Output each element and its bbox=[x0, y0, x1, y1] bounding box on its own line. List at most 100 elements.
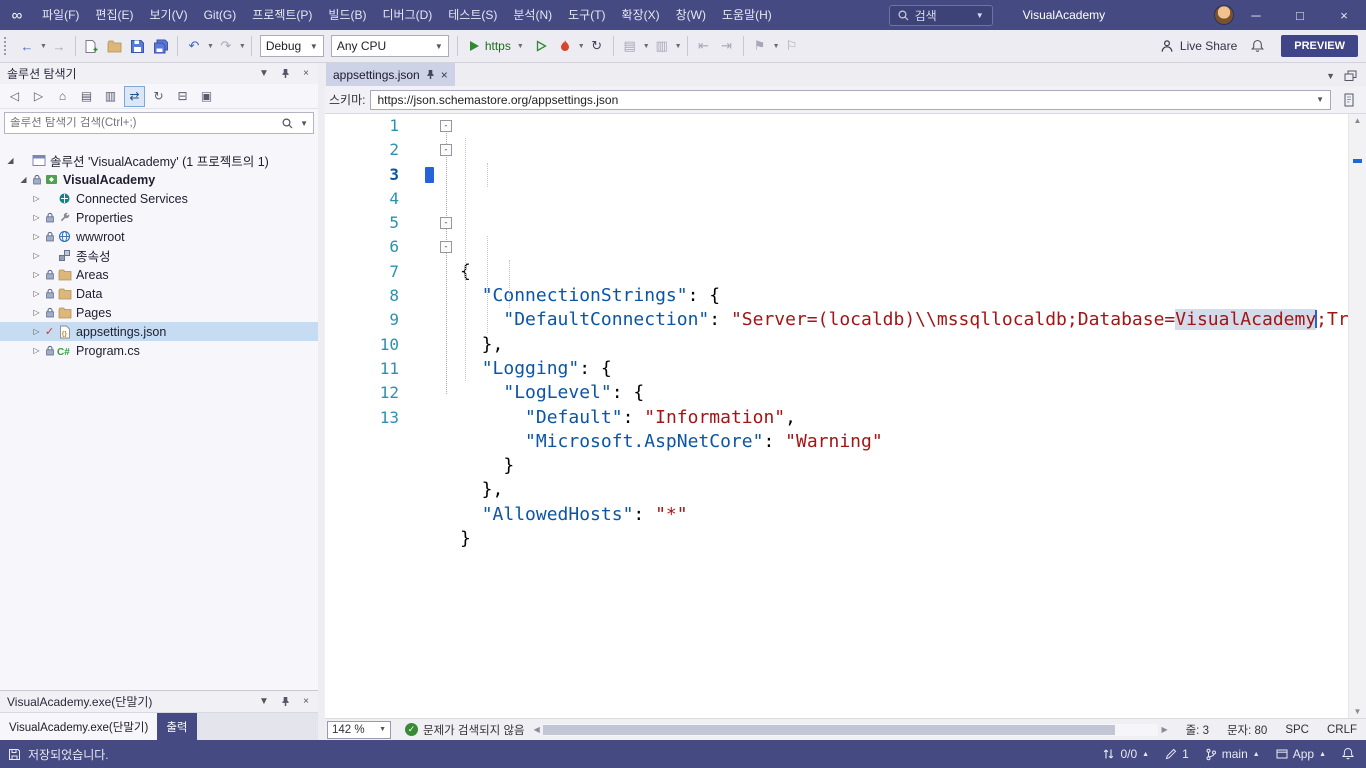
window-menu-icon[interactable]: ▼ bbox=[255, 693, 273, 711]
collapsed-icon[interactable]: ▷ bbox=[30, 289, 43, 298]
minimize-button[interactable]: ─ bbox=[1234, 0, 1278, 30]
search-options-icon[interactable]: ▼ bbox=[297, 119, 311, 128]
bookmark-button[interactable]: ⚑ bbox=[749, 34, 771, 58]
float-window-icon[interactable] bbox=[1344, 70, 1357, 82]
menu-item[interactable]: 도구(T) bbox=[560, 0, 613, 30]
feedback-button[interactable] bbox=[1246, 34, 1268, 58]
pin-tab-icon[interactable] bbox=[426, 69, 435, 80]
pending-filter-icon[interactable]: ▥ bbox=[100, 86, 121, 107]
tree-item-dependencies[interactable]: ▷종속성 bbox=[0, 246, 318, 265]
menu-item[interactable]: 프로젝트(P) bbox=[244, 0, 320, 30]
hot-reload-button[interactable] bbox=[554, 34, 576, 58]
code-editor[interactable]: 1-2-345-6-78910111213 { "ConnectionStrin… bbox=[325, 114, 1366, 718]
tree-item-areas[interactable]: ▷Areas bbox=[0, 265, 318, 284]
tree-item-project-visualacademy[interactable]: ◢VisualAcademy bbox=[0, 170, 318, 189]
fold-toggle-icon[interactable]: - bbox=[440, 217, 452, 229]
pin-icon[interactable] bbox=[276, 65, 294, 83]
expanded-icon[interactable]: ◢ bbox=[17, 175, 30, 184]
toolbar-grip[interactable] bbox=[4, 37, 10, 55]
editor-window-dropdown-icon[interactable]: ▼ bbox=[643, 43, 650, 50]
menu-item[interactable]: Git(G) bbox=[196, 0, 245, 30]
close-panel-icon[interactable]: × bbox=[297, 65, 315, 83]
schema-document-icon[interactable] bbox=[1336, 93, 1362, 107]
open-file-button[interactable] bbox=[104, 34, 126, 58]
tree-item-program-cs[interactable]: ▷C#Program.cs bbox=[0, 341, 318, 360]
collapsed-icon[interactable]: ▷ bbox=[30, 232, 43, 241]
preview-badge[interactable]: PREVIEW bbox=[1281, 35, 1358, 57]
close-tab-icon[interactable]: × bbox=[441, 68, 448, 82]
fold-toggle-icon[interactable]: - bbox=[440, 144, 452, 156]
solution-configuration-combo[interactable]: Debug ▼ bbox=[260, 35, 324, 57]
tree-item-properties[interactable]: ▷Properties bbox=[0, 208, 318, 227]
code-map-dropdown-icon[interactable]: ▼ bbox=[675, 43, 682, 50]
terminal-tab[interactable]: VisualAcademy.exe(단말기) bbox=[0, 713, 157, 740]
solution-platform-combo[interactable]: Any CPU ▼ bbox=[331, 35, 449, 57]
tree-item-wwwroot[interactable]: ▷wwwroot bbox=[0, 227, 318, 246]
user-avatar[interactable] bbox=[1214, 5, 1234, 25]
cursor-column-indicator[interactable]: 문자: 80 bbox=[1218, 722, 1276, 738]
collapsed-icon[interactable]: ▷ bbox=[30, 270, 43, 279]
tab-appsettings-json[interactable]: appsettings.json × bbox=[326, 63, 455, 86]
menu-item[interactable]: 디버그(D) bbox=[374, 0, 440, 30]
scroll-left-icon[interactable]: ◀ bbox=[531, 725, 543, 734]
collapsed-icon[interactable]: ▷ bbox=[30, 346, 43, 355]
maximize-button[interactable]: □ bbox=[1278, 0, 1322, 30]
scrollbar-thumb[interactable] bbox=[543, 725, 1116, 735]
pin-icon[interactable] bbox=[276, 693, 294, 711]
fold-toggle-icon[interactable]: - bbox=[440, 241, 452, 253]
decrease-indent-button[interactable]: ⇤ bbox=[693, 34, 715, 58]
zoom-combo[interactable]: 142 % ▼ bbox=[327, 721, 391, 739]
code-map-button[interactable]: ▥ bbox=[651, 34, 673, 58]
tree-item-pages[interactable]: ▷Pages bbox=[0, 303, 318, 322]
schema-combo[interactable]: https://json.schemastore.org/appsettings… bbox=[370, 90, 1331, 110]
close-panel-icon[interactable]: × bbox=[297, 693, 315, 711]
vertical-scrollbar[interactable]: ▲ ▼ bbox=[1348, 114, 1366, 718]
save-all-button[interactable] bbox=[150, 34, 172, 58]
hot-reload-dropdown-icon[interactable]: ▼ bbox=[578, 43, 585, 50]
save-button[interactable] bbox=[127, 34, 149, 58]
live-share-button[interactable]: Live Share bbox=[1152, 39, 1245, 53]
pending-edits-status[interactable]: 1 bbox=[1165, 747, 1189, 761]
scroll-right-icon[interactable]: ▶ bbox=[1158, 725, 1170, 734]
bookmark-dropdown-icon[interactable]: ▼ bbox=[773, 43, 780, 50]
vs-logo-icon[interactable]: ∞ bbox=[0, 7, 34, 24]
new-item-button[interactable] bbox=[81, 34, 103, 58]
notifications-bell-icon[interactable] bbox=[1342, 747, 1354, 761]
tree-item-data[interactable]: ▷Data bbox=[0, 284, 318, 303]
switch-views-icon[interactable]: ▤ bbox=[76, 86, 97, 107]
redo-button[interactable]: ↷ bbox=[215, 34, 237, 58]
menu-item[interactable]: 파일(F) bbox=[34, 0, 87, 30]
menu-item[interactable]: 편집(E) bbox=[87, 0, 141, 30]
sync-active-icon[interactable]: ⇄ bbox=[124, 86, 145, 107]
menu-item[interactable]: 창(W) bbox=[668, 0, 714, 30]
collapse-all-icon[interactable]: ⊟ bbox=[172, 86, 193, 107]
undo-button[interactable]: ↶ bbox=[183, 34, 205, 58]
output-tab[interactable]: 출력 bbox=[157, 713, 196, 740]
redo-dropdown-icon[interactable]: ▼ bbox=[239, 43, 246, 50]
collapsed-icon[interactable]: ▷ bbox=[30, 213, 43, 222]
close-button[interactable]: × bbox=[1322, 0, 1366, 30]
editor-window-button[interactable]: ▤ bbox=[619, 34, 641, 58]
menu-item[interactable]: 보기(V) bbox=[141, 0, 195, 30]
menu-item[interactable]: 확장(X) bbox=[614, 0, 668, 30]
forward-icon[interactable]: ▷ bbox=[28, 86, 49, 107]
scroll-up-icon[interactable]: ▲ bbox=[1349, 116, 1366, 125]
horizontal-scrollbar[interactable]: ◀ ▶ bbox=[531, 719, 1171, 740]
git-sync-status[interactable]: 0/0 ▲ bbox=[1102, 747, 1149, 761]
expanded-icon[interactable]: ◢ bbox=[4, 156, 17, 165]
cursor-line-indicator[interactable]: 줄: 3 bbox=[1177, 722, 1218, 738]
navigate-forward-button[interactable]: → bbox=[48, 34, 70, 58]
restart-button[interactable]: ↻ bbox=[586, 34, 608, 58]
back-icon[interactable]: ◁ bbox=[4, 86, 25, 107]
tree-item-connected-services[interactable]: ▷Connected Services bbox=[0, 189, 318, 208]
collapsed-icon[interactable]: ▷ bbox=[30, 251, 43, 260]
solution-explorer-search[interactable]: ▼ bbox=[4, 112, 314, 134]
search-icon[interactable] bbox=[282, 118, 293, 129]
fold-toggle-icon[interactable]: - bbox=[440, 120, 452, 132]
home-icon[interactable]: ⌂ bbox=[52, 86, 73, 107]
increase-indent-button[interactable]: ⇥ bbox=[716, 34, 738, 58]
tab-list-icon[interactable]: ▼ bbox=[1326, 71, 1335, 81]
eol-indicator[interactable]: CRLF bbox=[1318, 724, 1366, 736]
start-debugging-button[interactable]: https ▼ bbox=[463, 34, 530, 58]
navigate-back-dropdown-icon[interactable]: ▼ bbox=[40, 43, 47, 50]
